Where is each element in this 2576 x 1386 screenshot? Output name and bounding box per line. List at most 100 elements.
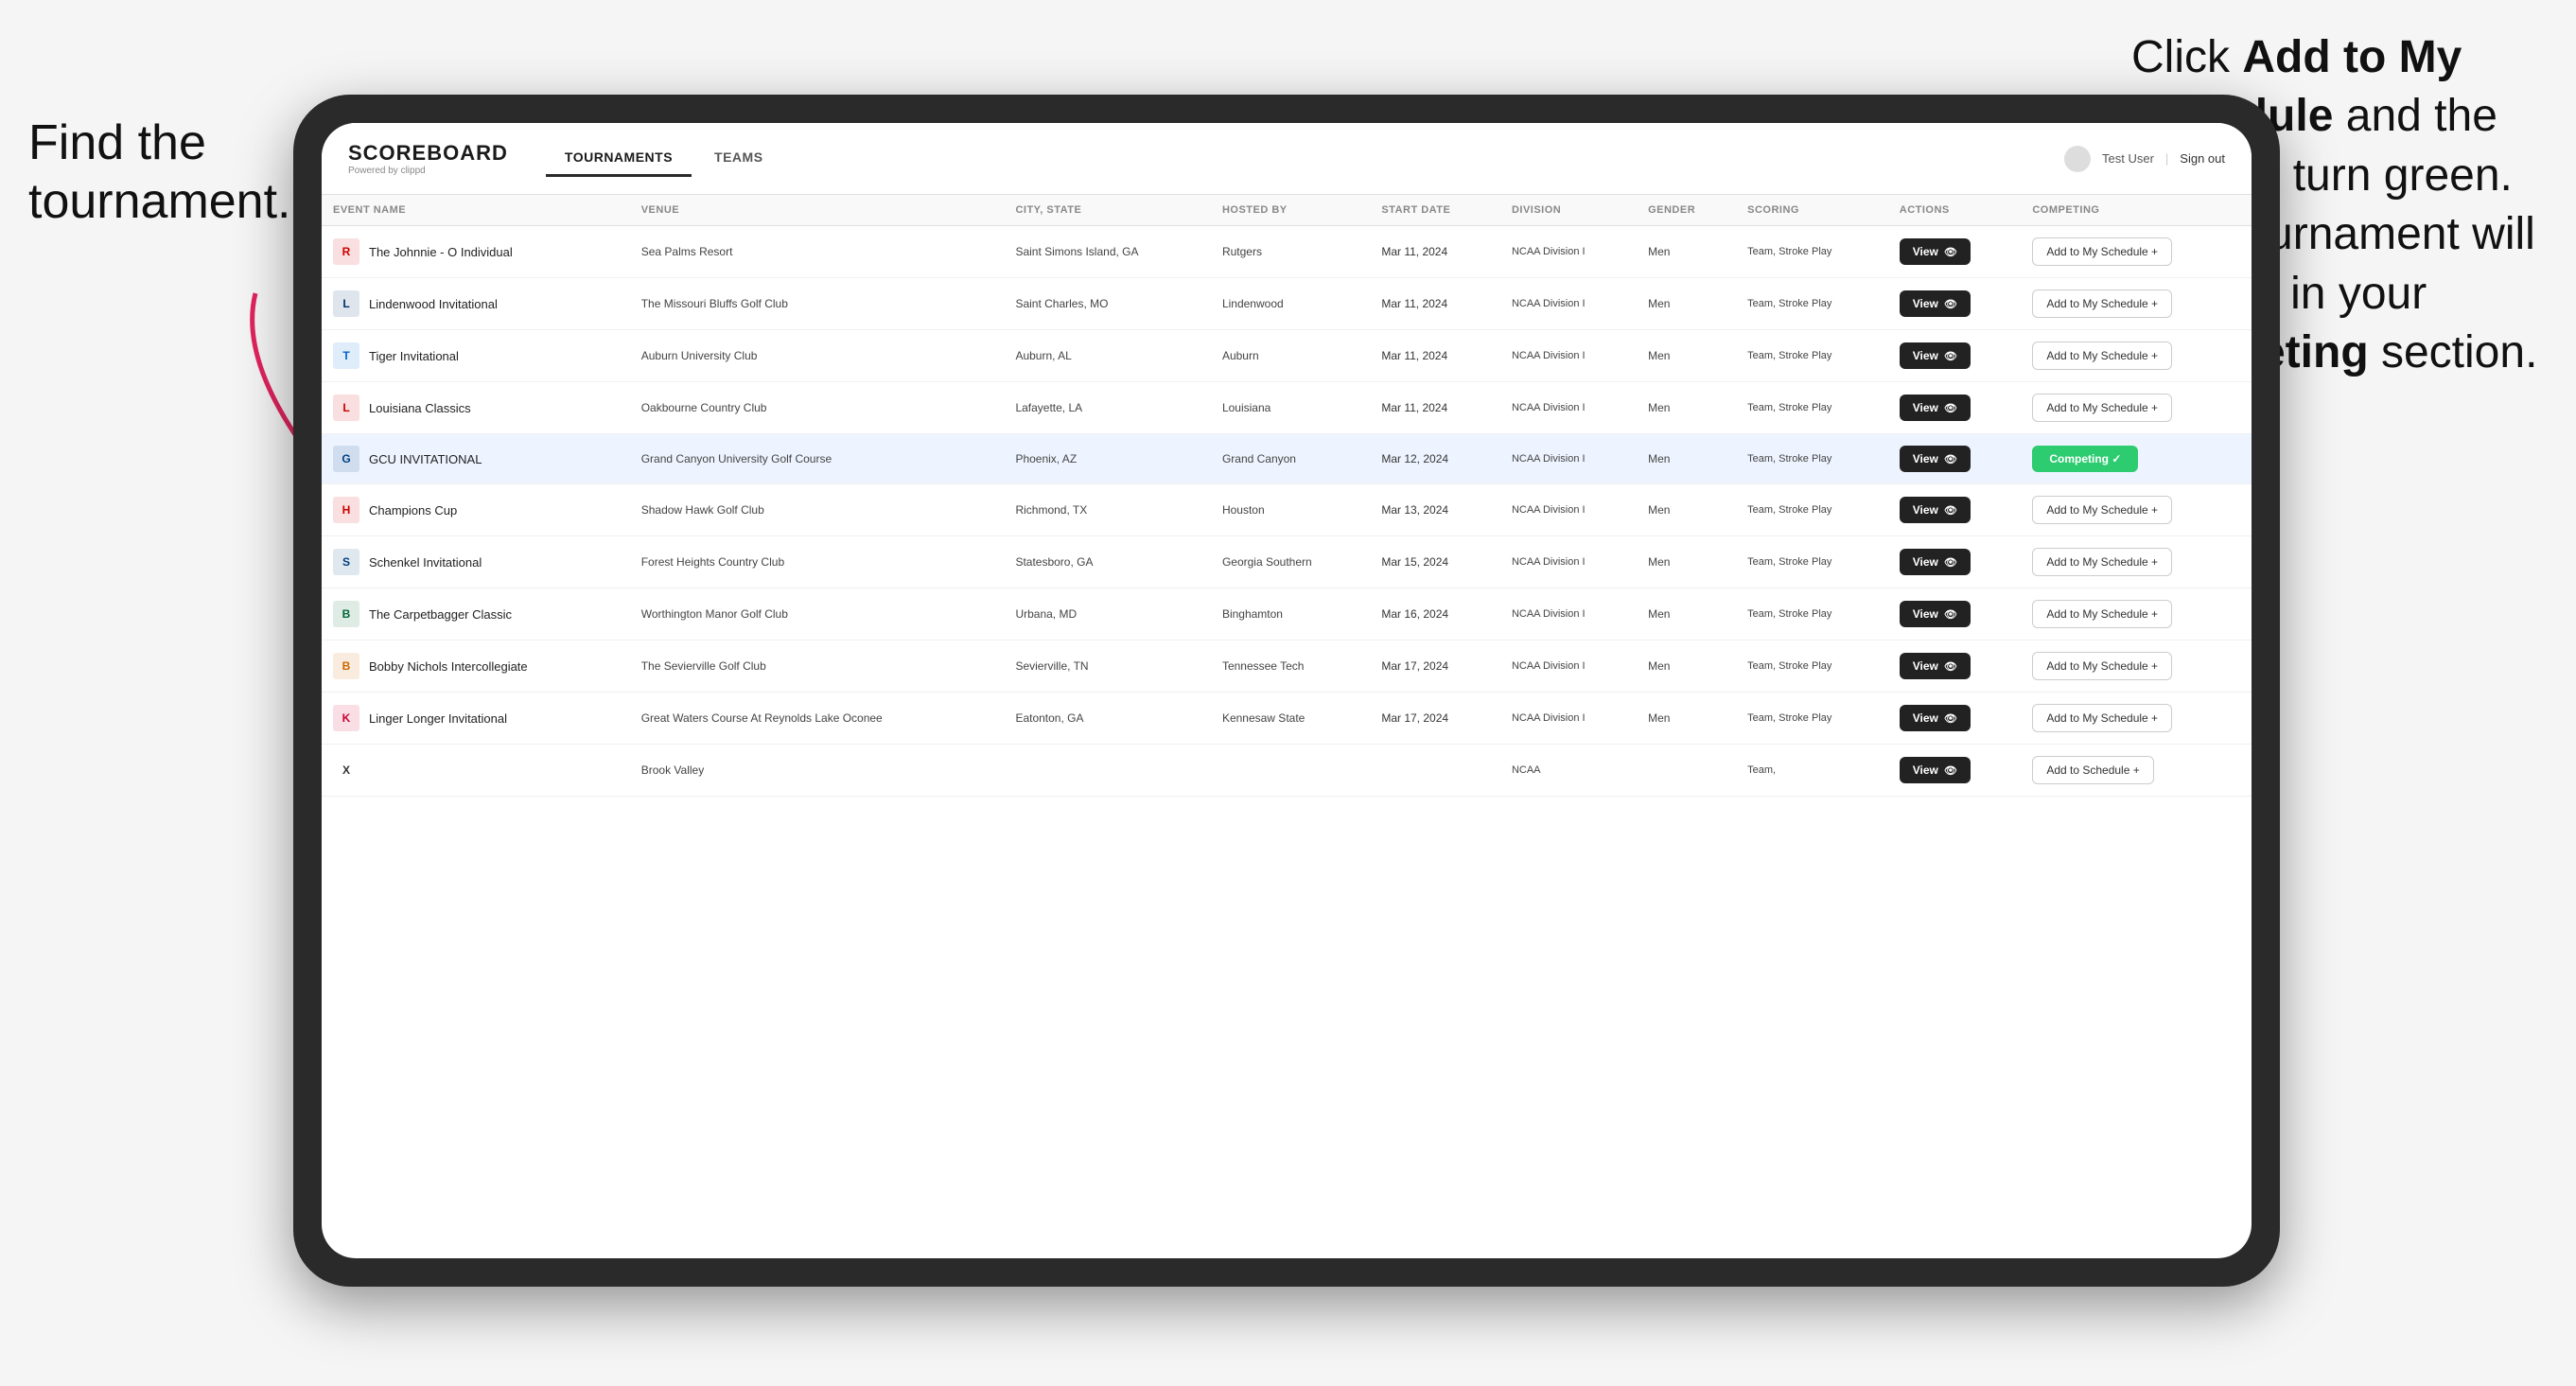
city-cell: Statesboro, GA	[1004, 536, 1211, 588]
division-cell: NCAA	[1500, 745, 1637, 797]
date-cell	[1370, 745, 1500, 797]
city-cell: Richmond, TX	[1004, 484, 1211, 536]
col-division: DIVISION	[1500, 195, 1637, 226]
date-cell: Mar 17, 2024	[1370, 693, 1500, 745]
team-logo: B	[333, 601, 359, 627]
gender-cell: Men	[1637, 484, 1736, 536]
date-cell: Mar 15, 2024	[1370, 536, 1500, 588]
division-cell: NCAA Division I	[1500, 278, 1637, 330]
actions-cell: View 👁	[1888, 278, 2022, 330]
eye-icon: 👁	[1944, 453, 1957, 465]
team-logo: S	[333, 549, 359, 575]
division-cell: NCAA Division I	[1500, 640, 1637, 693]
table-row: B Bobby Nichols Intercollegiate The Sevi…	[322, 640, 2252, 693]
eye-icon: 👁	[1944, 504, 1957, 517]
table-row: L Lindenwood Invitational The Missouri B…	[322, 278, 2252, 330]
scoring-cell: Team, Stroke Play	[1736, 330, 1888, 382]
gender-cell	[1637, 745, 1736, 797]
event-name-cell: R The Johnnie - O Individual	[333, 238, 619, 265]
event-name-cell: H Champions Cup	[333, 497, 619, 523]
competing-button[interactable]: Competing ✓	[2032, 446, 2138, 472]
view-button[interactable]: View 👁	[1900, 446, 1971, 472]
add-to-schedule-button[interactable]: Add to My Schedule +	[2032, 548, 2172, 576]
view-button[interactable]: View 👁	[1900, 290, 1971, 317]
venue-cell: Great Waters Course At Reynolds Lake Oco…	[630, 693, 1005, 745]
col-competing: COMPETING	[2021, 195, 2252, 226]
col-event-name: EVENT NAME	[322, 195, 630, 226]
view-button[interactable]: View 👁	[1900, 342, 1971, 369]
tab-teams[interactable]: TEAMS	[695, 140, 782, 177]
col-city-state: CITY, STATE	[1004, 195, 1211, 226]
add-to-schedule-button[interactable]: Add to Schedule +	[2032, 756, 2153, 784]
date-cell: Mar 17, 2024	[1370, 640, 1500, 693]
venue-cell: Auburn University Club	[630, 330, 1005, 382]
view-button[interactable]: View 👁	[1900, 395, 1971, 421]
venue-cell: Shadow Hawk Golf Club	[630, 484, 1005, 536]
add-to-schedule-button[interactable]: Add to My Schedule +	[2032, 496, 2172, 524]
hosted-by-cell	[1211, 745, 1370, 797]
gender-cell: Men	[1637, 693, 1736, 745]
view-button[interactable]: View 👁	[1900, 653, 1971, 679]
add-to-schedule-button[interactable]: Add to My Schedule +	[2032, 394, 2172, 422]
add-to-schedule-button[interactable]: Add to My Schedule +	[2032, 237, 2172, 266]
division-cell: NCAA Division I	[1500, 484, 1637, 536]
gender-cell: Men	[1637, 588, 1736, 640]
table-row: H Champions Cup Shadow Hawk Golf ClubRic…	[322, 484, 2252, 536]
event-name-cell: T Tiger Invitational	[333, 342, 619, 369]
add-to-schedule-button[interactable]: Add to My Schedule +	[2032, 652, 2172, 680]
signout-link[interactable]: Sign out	[2180, 151, 2225, 166]
actions-cell: View 👁	[1888, 588, 2022, 640]
add-to-schedule-button[interactable]: Add to My Schedule +	[2032, 600, 2172, 628]
event-name-cell: L Louisiana Classics	[333, 395, 619, 421]
team-logo: T	[333, 342, 359, 369]
tournaments-table: EVENT NAME VENUE CITY, STATE HOSTED BY S…	[322, 195, 2252, 797]
add-to-schedule-button[interactable]: Add to My Schedule +	[2032, 342, 2172, 370]
eye-icon: 👁	[1944, 608, 1957, 621]
nav-tabs: TOURNAMENTS TEAMS	[546, 140, 782, 177]
actions-cell: View 👁	[1888, 330, 2022, 382]
venue-cell: The Sevierville Golf Club	[630, 640, 1005, 693]
scoring-cell: Team, Stroke Play	[1736, 434, 1888, 484]
col-scoring: SCORING	[1736, 195, 1888, 226]
competing-cell: Add to My Schedule +	[2021, 226, 2252, 278]
view-button[interactable]: View 👁	[1900, 549, 1971, 575]
view-button[interactable]: View 👁	[1900, 238, 1971, 265]
scoring-cell: Team, Stroke Play	[1736, 588, 1888, 640]
event-name-cell: B The Carpetbagger Classic	[333, 601, 619, 627]
event-name: The Johnnie - O Individual	[369, 245, 513, 259]
hosted-by-cell: Kennesaw State	[1211, 693, 1370, 745]
actions-cell: View 👁	[1888, 640, 2022, 693]
team-logo: L	[333, 395, 359, 421]
division-cell: NCAA Division I	[1500, 588, 1637, 640]
view-button[interactable]: View 👁	[1900, 601, 1971, 627]
venue-cell: Forest Heights Country Club	[630, 536, 1005, 588]
team-logo: G	[333, 446, 359, 472]
left-annotation: Find the tournament.	[28, 114, 331, 232]
event-name-cell: K Linger Longer Invitational	[333, 705, 619, 731]
division-cell: NCAA Division I	[1500, 226, 1637, 278]
view-button[interactable]: View 👁	[1900, 497, 1971, 523]
division-cell: NCAA Division I	[1500, 382, 1637, 434]
table-row: B The Carpetbagger Classic Worthington M…	[322, 588, 2252, 640]
gender-cell: Men	[1637, 536, 1736, 588]
gender-cell: Men	[1637, 640, 1736, 693]
event-name: Lindenwood Invitational	[369, 297, 498, 311]
competing-cell: Add to My Schedule +	[2021, 536, 2252, 588]
view-button[interactable]: View 👁	[1900, 705, 1971, 731]
add-to-schedule-button[interactable]: Add to My Schedule +	[2032, 704, 2172, 732]
add-to-schedule-button[interactable]: Add to My Schedule +	[2032, 289, 2172, 318]
eye-icon: 👁	[1944, 764, 1957, 777]
tab-tournaments[interactable]: TOURNAMENTS	[546, 140, 692, 177]
table-row: G GCU INVITATIONAL Grand Canyon Universi…	[322, 434, 2252, 484]
view-button[interactable]: View 👁	[1900, 757, 1971, 783]
col-actions: ACTIONS	[1888, 195, 2022, 226]
team-logo: L	[333, 290, 359, 317]
date-cell: Mar 13, 2024	[1370, 484, 1500, 536]
hosted-by-cell: Auburn	[1211, 330, 1370, 382]
actions-cell: View 👁	[1888, 484, 2022, 536]
venue-cell: The Missouri Bluffs Golf Club	[630, 278, 1005, 330]
venue-cell: Brook Valley	[630, 745, 1005, 797]
hosted-by-cell: Binghamton	[1211, 588, 1370, 640]
gender-cell: Men	[1637, 330, 1736, 382]
hosted-by-cell: Tennessee Tech	[1211, 640, 1370, 693]
